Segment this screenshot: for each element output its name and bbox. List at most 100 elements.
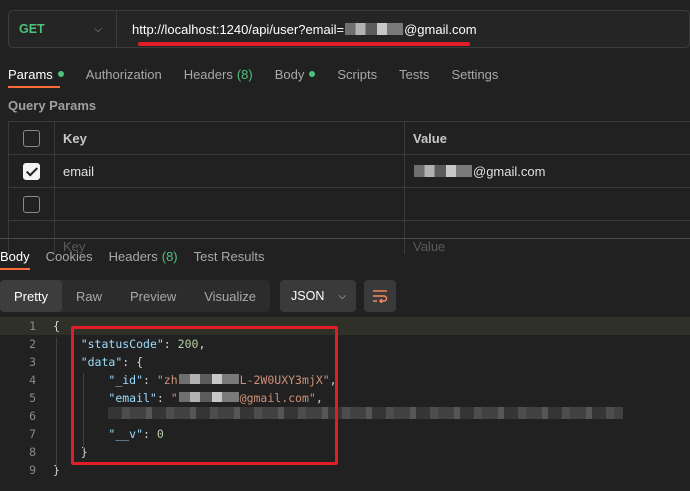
tab-label: Params (8, 66, 53, 82)
param-value-cell[interactable] (404, 188, 690, 220)
row-checkbox[interactable] (23, 162, 40, 180)
active-response-tab-indicator (0, 268, 30, 270)
tab-label: Headers (108, 248, 158, 264)
tab-scripts[interactable]: Scripts (337, 67, 377, 82)
json-string: @gmail.com" (239, 391, 316, 405)
code-text: "data": { (80, 355, 144, 369)
tab-label: Settings (451, 66, 499, 82)
param-key-cell[interactable]: email (54, 155, 404, 187)
select-all-cell (8, 122, 54, 154)
wrap-lines-icon (373, 290, 388, 303)
response-tab-cookies[interactable]: Cookies (46, 249, 93, 264)
json-key: "_id" (108, 373, 144, 387)
response-tab-headers[interactable]: Headers (8) (109, 249, 178, 264)
url-input[interactable]: http://localhost:1240/api/user?email= @g… (132, 22, 477, 37)
table-row: email @gmail.com (8, 155, 690, 188)
json-key: "data" (80, 355, 123, 369)
tab-label: Authorization (85, 66, 162, 82)
url-prefix: http://localhost:1240/api/user?email= (132, 21, 345, 37)
param-value-cell[interactable]: @gmail.com (404, 155, 690, 187)
row-checkbox-cell (8, 155, 54, 187)
table-header-row: Key Value (8, 122, 690, 155)
view-visualize-button[interactable]: Visualize (190, 280, 270, 312)
view-raw-button[interactable]: Raw (62, 280, 116, 312)
annotation-underline (138, 42, 470, 46)
tab-label: Headers (183, 66, 233, 82)
json-number: 0 (156, 427, 164, 441)
tab-authorization[interactable]: Authorization (86, 67, 162, 82)
tab-count: (8) (236, 66, 253, 82)
response-tab-test-results[interactable]: Test Results (194, 249, 265, 264)
line-number: 4 (29, 373, 36, 387)
indent-guide (56, 337, 57, 467)
line-number: 5 (29, 391, 36, 405)
code-line: 9} (0, 461, 690, 479)
chevron-down-icon: ⌵ (338, 290, 347, 302)
json-string: L-2W0UXY3mjX" (239, 373, 330, 387)
tab-tests[interactable]: Tests (399, 67, 429, 82)
redacted-text (345, 23, 404, 35)
code-line: 2 "statusCode": 200, (0, 335, 690, 353)
method-select[interactable]: GET ⌵ (9, 11, 117, 47)
tab-label: Body (274, 66, 305, 82)
line-number: 3 (29, 355, 36, 369)
format-label: JSON (291, 289, 325, 303)
response-body-editor[interactable]: 1{ 2 "statusCode": 200, 3 "data": { 4 "_… (0, 317, 690, 491)
tab-settings[interactable]: Settings (451, 67, 498, 82)
tab-params[interactable]: Params (8, 67, 64, 82)
url-suffix: @gmail.com (404, 21, 477, 37)
active-tab-indicator (8, 86, 60, 88)
json-string: "zh (156, 373, 178, 387)
row-checkbox[interactable] (23, 195, 40, 213)
status-dot-icon (57, 71, 64, 77)
code-text: "statusCode": 200, (80, 337, 206, 351)
view-preview-button[interactable]: Preview (116, 280, 190, 312)
code-line: 5 "email": " @gmail.com", (0, 389, 690, 407)
pane-splitter[interactable] (0, 238, 690, 239)
code-text: "__v": 0 (108, 427, 164, 441)
tab-label: Tests (399, 66, 430, 82)
code-text: { (53, 319, 60, 333)
tab-headers[interactable]: Headers (8) (184, 67, 253, 82)
view-mode-group: Pretty Raw Preview Visualize (0, 280, 271, 312)
value-header: Value (404, 122, 690, 154)
line-number: 7 (29, 427, 36, 441)
query-params-table: Key Value email @gmail.com Key Value (8, 121, 690, 254)
json-number: 200 (177, 337, 199, 351)
json-key: "__v" (108, 427, 144, 441)
code-text: "email": " @gmail.com", (108, 391, 323, 405)
select-all-checkbox[interactable] (23, 129, 40, 147)
json-key: "statusCode" (80, 337, 164, 351)
row-checkbox-cell (8, 188, 54, 220)
code-text: "_id": "zh L-2W0UXY3mjX", (108, 373, 337, 387)
wrap-lines-button[interactable] (364, 280, 397, 312)
tab-body[interactable]: Body (275, 67, 316, 82)
key-header: Key (54, 122, 404, 154)
method-label: GET (19, 22, 45, 36)
line-number: 6 (29, 409, 36, 423)
request-tabs: Params Authorization Headers (8) Body Scr… (0, 60, 690, 88)
redacted-text (178, 392, 239, 402)
table-row (8, 188, 690, 221)
line-number: 8 (29, 445, 36, 459)
code-line: 1{ (0, 317, 690, 335)
tab-label: Scripts (337, 66, 378, 82)
response-tabs: Body Cookies Headers (8) Test Results (0, 242, 280, 270)
tab-count: (8) (161, 248, 178, 264)
redacted-line (108, 407, 623, 419)
code-line: 7 "__v": 0 (0, 425, 690, 443)
redacted-text (178, 374, 239, 384)
json-key: "email" (108, 391, 157, 405)
redacted-text (414, 165, 472, 177)
param-key-cell[interactable] (54, 188, 404, 220)
response-tab-body[interactable]: Body (0, 249, 30, 264)
status-dot-icon (309, 71, 316, 77)
line-number: 1 (29, 319, 36, 333)
indent-guide (83, 373, 84, 449)
code-line: 8 } (0, 443, 690, 461)
view-pretty-button[interactable]: Pretty (0, 280, 62, 312)
line-number: 2 (29, 337, 36, 351)
line-number: 9 (29, 463, 36, 477)
format-select[interactable]: JSON ⌵ (280, 280, 357, 312)
code-line: 3 "data": { (0, 353, 690, 371)
